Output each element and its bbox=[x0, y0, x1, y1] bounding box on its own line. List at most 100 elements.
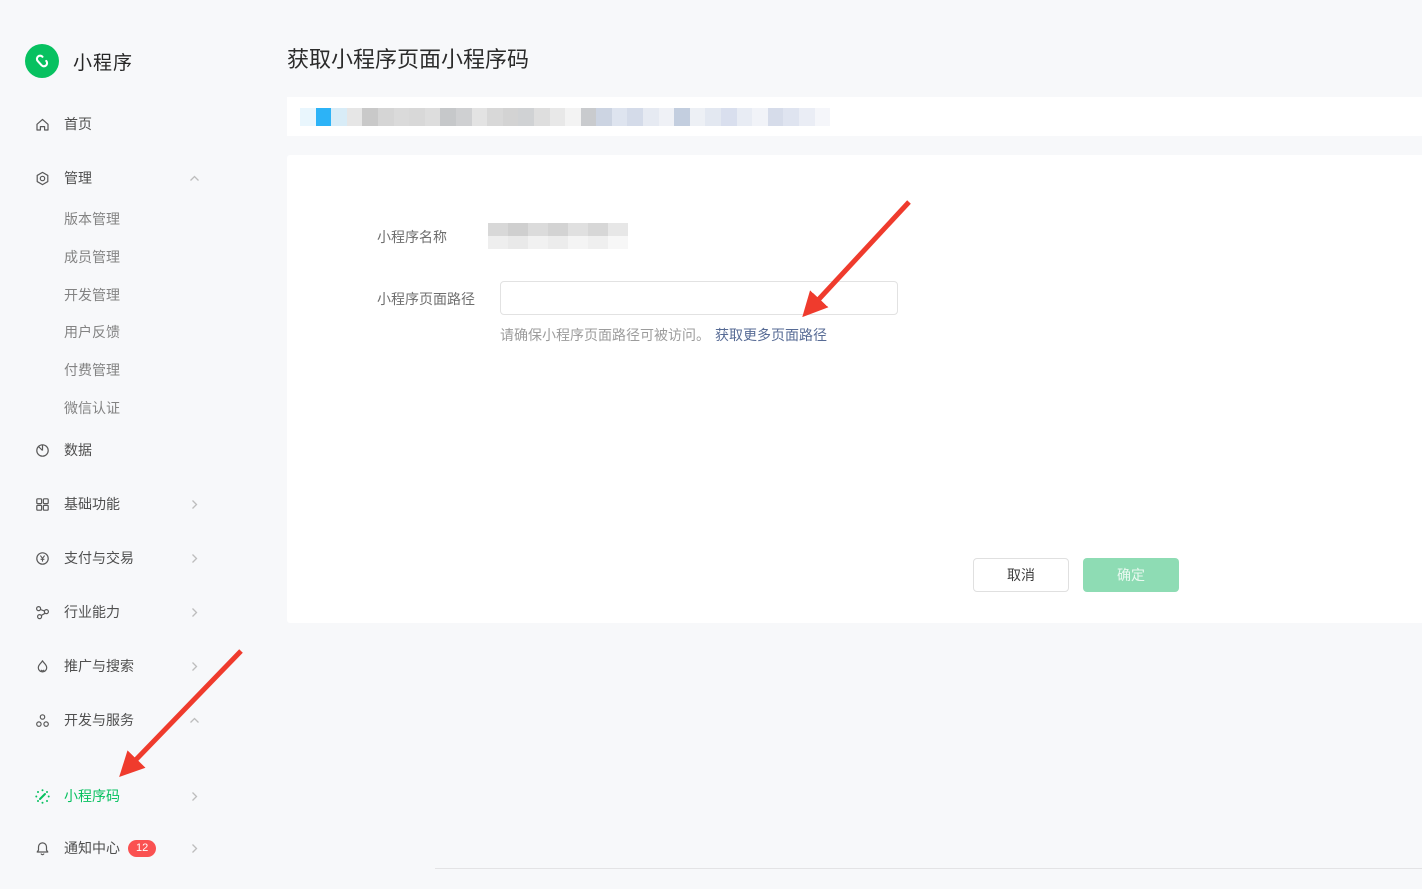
redaction-pixel-block bbox=[488, 223, 508, 236]
chevron-right-icon bbox=[186, 658, 203, 675]
flame-icon bbox=[34, 658, 51, 675]
chevron-right-icon bbox=[186, 550, 203, 567]
redaction-pixel-block bbox=[588, 223, 608, 236]
redaction-pixel-block bbox=[581, 108, 597, 126]
sidebar-subitem-development[interactable]: 开发管理 bbox=[64, 283, 244, 307]
sidebar-item-label: 首页 bbox=[64, 114, 92, 134]
chevron-up-icon bbox=[186, 712, 203, 729]
three-circles-icon bbox=[34, 712, 51, 729]
sidebar-subitem-label: 付费管理 bbox=[64, 360, 120, 380]
confirm-button[interactable]: 确定 bbox=[1083, 558, 1179, 592]
redaction-pixel-block bbox=[565, 108, 581, 126]
redaction-pixel-block bbox=[768, 108, 784, 126]
brand: 小程序 bbox=[25, 44, 133, 78]
redaction-pixel-block bbox=[508, 223, 528, 236]
sidebar-subitem-wechat-verify[interactable]: 微信认证 bbox=[64, 396, 244, 420]
redaction-pixel-block bbox=[331, 108, 347, 126]
redaction-pixel-block bbox=[783, 108, 799, 126]
redaction-pixel-block bbox=[548, 236, 568, 249]
redaction-pixel-block bbox=[627, 108, 643, 126]
redaction-pixel-block bbox=[643, 108, 659, 126]
redaction-pixel-block bbox=[596, 108, 612, 126]
get-more-paths-link[interactable]: 获取更多页面路径 bbox=[715, 327, 827, 343]
sidebar-item-notification-center[interactable]: 通知中心 12 bbox=[34, 835, 256, 861]
sidebar-item-label: 小程序码 bbox=[64, 786, 120, 806]
sidebar-item-label: 支付与交易 bbox=[64, 548, 134, 568]
redaction-pixel-block bbox=[425, 108, 441, 126]
sidebar: 小程序 首页 管理 版本管理 成员管理 开发管理 用户反馈 bbox=[0, 0, 287, 889]
bell-icon bbox=[34, 840, 51, 857]
sidebar-subitem-label: 开发管理 bbox=[64, 285, 120, 305]
chevron-up-icon bbox=[186, 170, 203, 187]
redaction-pixel-block bbox=[690, 108, 706, 126]
bottom-divider bbox=[435, 868, 1422, 869]
sidebar-subitem-feedback[interactable]: 用户反馈 bbox=[64, 320, 244, 344]
redaction-pixel-block bbox=[528, 236, 548, 249]
sidebar-item-basic-features[interactable]: 基础功能 bbox=[34, 491, 256, 517]
redaction-pixel-block bbox=[378, 108, 394, 126]
page-path-input[interactable] bbox=[500, 281, 898, 315]
sidebar-item-label: 基础功能 bbox=[64, 494, 120, 514]
sidebar-item-label: 推广与搜索 bbox=[64, 656, 134, 676]
redaction-pixel-block bbox=[674, 108, 690, 126]
redaction-pixel-block bbox=[705, 108, 721, 126]
sidebar-item-data[interactable]: 数据 bbox=[34, 437, 256, 463]
redaction-pixel-block bbox=[568, 236, 588, 249]
sidebar-item-home[interactable]: 首页 bbox=[34, 111, 256, 137]
sidebar-subitem-label: 微信认证 bbox=[64, 398, 120, 418]
sidebar-item-promotion-search[interactable]: 推广与搜索 bbox=[34, 653, 256, 679]
redaction-pixel-block bbox=[316, 108, 332, 126]
redaction-pixel-block bbox=[799, 108, 815, 126]
redaction-pixel-block bbox=[488, 236, 508, 249]
form-card: 小程序名称 小程序页面路径 请确保小程序页面路径可被访问。获取更多页面路径 取消… bbox=[287, 155, 1422, 623]
redaction-pixel-block bbox=[588, 236, 608, 249]
redaction-pixel-block bbox=[394, 108, 410, 126]
chevron-right-icon bbox=[186, 788, 203, 805]
redaction-pixel-block bbox=[487, 108, 503, 126]
sidebar-item-minicode[interactable]: 小程序码 bbox=[34, 783, 256, 809]
cancel-button[interactable]: 取消 bbox=[973, 558, 1069, 592]
sidebar-item-label: 开发与服务 bbox=[64, 710, 134, 730]
chevron-right-icon bbox=[186, 496, 203, 513]
redaction-pixel-block bbox=[518, 108, 534, 126]
redaction-pixel-block bbox=[508, 236, 528, 249]
wechat-miniprogram-console: 小程序 首页 管理 版本管理 成员管理 开发管理 用户反馈 bbox=[0, 0, 1422, 889]
redaction-pixel-block bbox=[815, 108, 831, 126]
redaction-pixel-block bbox=[737, 108, 753, 126]
redaction-pixel-block bbox=[347, 108, 363, 126]
sidebar-subitem-label: 版本管理 bbox=[64, 209, 120, 229]
redaction-pixel-block bbox=[752, 108, 768, 126]
sidebar-item-manage[interactable]: 管理 bbox=[34, 165, 256, 191]
sidebar-item-label: 通知中心 bbox=[64, 838, 120, 858]
redaction-pixel-block bbox=[534, 108, 550, 126]
sidebar-item-dev-services[interactable]: 开发与服务 bbox=[34, 707, 256, 733]
chevron-right-icon bbox=[186, 840, 203, 857]
sidebar-item-payment-trade[interactable]: 支付与交易 bbox=[34, 545, 256, 571]
pie-chart-icon bbox=[34, 442, 51, 459]
sidebar-subitem-label: 成员管理 bbox=[64, 247, 120, 267]
redaction-pixel-block bbox=[608, 223, 628, 236]
redaction-pixel-block bbox=[550, 108, 566, 126]
redaction-pixel-block bbox=[568, 223, 588, 236]
miniprogram-name-label: 小程序名称 bbox=[377, 227, 447, 247]
redaction-pixel-block bbox=[440, 108, 456, 126]
redaction-pixel-block bbox=[409, 108, 425, 126]
redaction-pixel-block bbox=[612, 108, 628, 126]
helper-text: 请确保小程序页面路径可被访问。 bbox=[500, 327, 710, 343]
manage-icon bbox=[34, 170, 51, 187]
page-path-label: 小程序页面路径 bbox=[377, 289, 475, 309]
sidebar-item-industry[interactable]: 行业能力 bbox=[34, 599, 256, 625]
redaction-pixel-block bbox=[548, 223, 568, 236]
miniprogram-logo-icon bbox=[25, 44, 59, 78]
redacted-breadcrumb bbox=[287, 97, 1422, 136]
mini-program-code-icon bbox=[34, 788, 51, 805]
redaction-pixel-block bbox=[503, 108, 519, 126]
sidebar-subitem-version[interactable]: 版本管理 bbox=[64, 207, 244, 231]
page-title: 获取小程序页面小程序码 bbox=[287, 42, 529, 74]
sidebar-subitem-payment-manage[interactable]: 付费管理 bbox=[64, 358, 244, 382]
sidebar-subitem-members[interactable]: 成员管理 bbox=[64, 245, 244, 269]
molecule-icon bbox=[34, 604, 51, 621]
redaction-pixel-block bbox=[659, 108, 675, 126]
redaction-pixel-block bbox=[472, 108, 488, 126]
sidebar-item-label: 数据 bbox=[64, 440, 92, 460]
